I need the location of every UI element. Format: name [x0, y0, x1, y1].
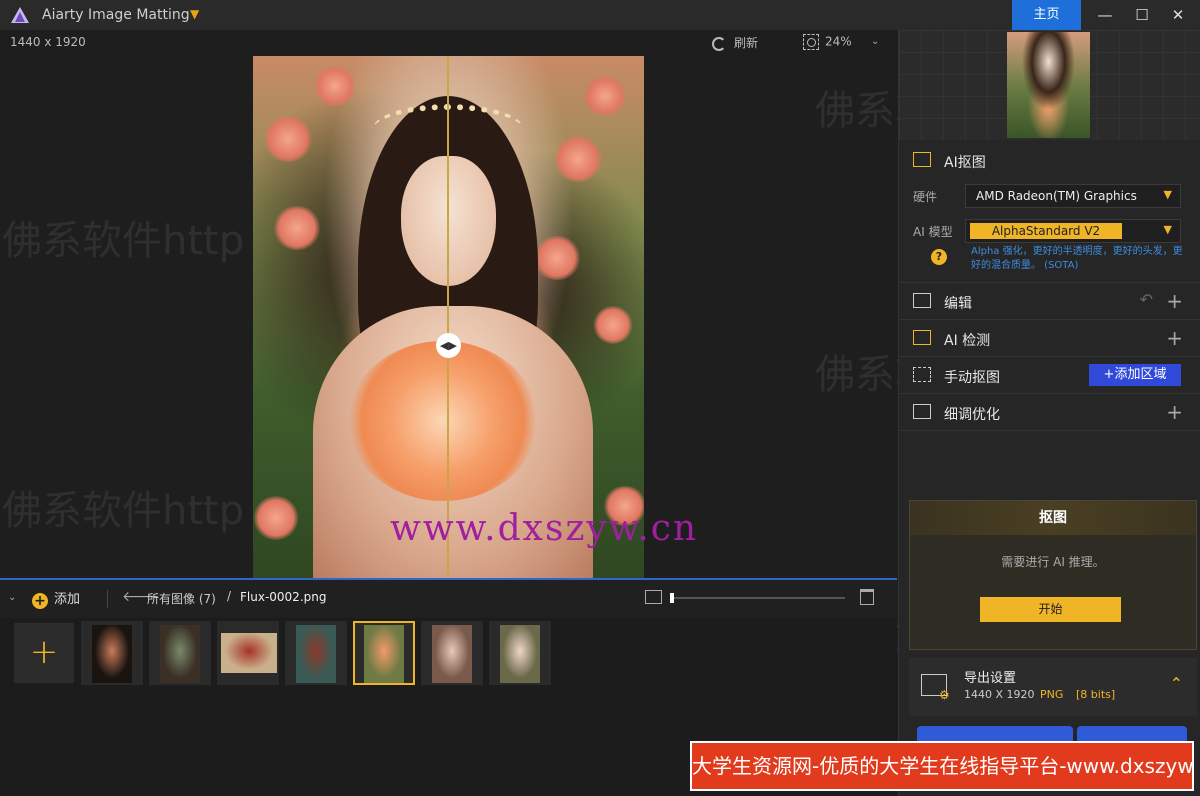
close-icon[interactable]: ✕: [1160, 0, 1196, 30]
thumbnail-image: [221, 633, 277, 673]
app-title: Aiarty Image Matting: [42, 7, 190, 23]
site-watermark: www.dxszyw.cn: [390, 508, 699, 549]
export-settings-title: 导出设置: [964, 671, 1017, 686]
thumbnail-size-icon: [645, 590, 662, 604]
section-ai-detect[interactable]: AI 检测 +: [899, 319, 1200, 355]
model-label: AI 模型: [913, 225, 953, 239]
undo-icon[interactable]: ↶: [1140, 290, 1153, 309]
refresh-label: 刷新: [734, 36, 759, 50]
section-edit[interactable]: 编辑 ↶ +: [899, 282, 1200, 318]
matting-card-note: 需要进行 AI 推理。: [1001, 555, 1105, 569]
thumbnail-size-slider[interactable]: [670, 593, 845, 603]
model-select[interactable]: AlphaStandard V2 ▼: [965, 219, 1181, 243]
matting-card: 抠图 需要进行 AI 推理。 开始: [909, 500, 1197, 650]
thumbnail-woman-portrait-a[interactable]: [421, 621, 483, 685]
ai-detect-title: AI 检测: [944, 333, 991, 349]
preview-image[interactable]: ◀▶: [253, 56, 644, 578]
help-icon[interactable]: ?: [931, 249, 947, 265]
hardware-label: 硬件: [913, 190, 938, 204]
model-description: Alpha 强化，更好的半透明度，更好的头发，更好的混合质量。 (SOTA): [971, 246, 1183, 271]
refresh-button[interactable]: 刷新: [712, 34, 758, 51]
expand-plus-icon[interactable]: +: [1166, 400, 1183, 424]
thumbnail-bicycle[interactable]: [217, 621, 279, 685]
expand-plus-icon[interactable]: +: [1166, 326, 1183, 350]
image-dimensions: 1440 x 1920: [10, 35, 86, 49]
compare-handle-icon[interactable]: ◀▶: [436, 333, 461, 358]
result-preview-area: [899, 30, 1200, 140]
thumbnail-image: [160, 625, 200, 683]
zoom-chevron-down-icon[interactable]: ⌄: [871, 36, 879, 47]
thumbnail-woman-portrait-b[interactable]: [489, 621, 551, 685]
ai-matting-icon: [913, 152, 931, 167]
zoom-level: 24%: [825, 34, 852, 49]
hardware-select[interactable]: AMD Radeon(TM) Graphics ▼: [965, 184, 1181, 208]
thumbnail-jellyfish[interactable]: [81, 621, 143, 685]
export-bit-depth: [8 bits]: [1076, 688, 1116, 701]
section-ai-matting: AI抠图: [899, 142, 1200, 178]
hardware-value: AMD Radeon(TM) Graphics: [976, 189, 1137, 203]
chevron-down-icon: ▼: [1163, 188, 1172, 201]
site-banner: 大学生资源网-优质的大学生在线指导平台-www.dxszyw.cn: [690, 741, 1194, 791]
breadcrumb-all-images[interactable]: 所有图像 (7): [147, 590, 216, 607]
ai-matting-title: AI抠图: [944, 155, 986, 171]
export-dimensions: 1440 X 1920: [964, 688, 1035, 701]
manual-matting-title: 手动抠图: [944, 370, 1000, 386]
settings-panel: AI抠图 硬件 AMD Radeon(TM) Graphics ▼ AI 模型 …: [898, 30, 1200, 796]
add-region-label: 添加区域: [1114, 367, 1167, 382]
thumbnail-image: [432, 625, 472, 683]
image-canvas: 1440 x 1920 刷新 24% ⌄ ◀▶ www.dxszyw.cn: [0, 30, 897, 578]
trash-icon[interactable]: [860, 589, 874, 605]
app-logo-icon: [11, 7, 29, 23]
start-button[interactable]: 开始: [980, 597, 1121, 622]
compare-divider[interactable]: [447, 56, 449, 578]
breadcrumb-separator: /: [227, 589, 232, 603]
title-bar: Aiarty Image Matting ▼ 主页 — ☐ ✕: [0, 0, 1200, 30]
chevron-down-icon: ▼: [1163, 223, 1172, 236]
subject-flower: [348, 341, 538, 501]
thumbnail-image: [92, 625, 132, 683]
slider-knob[interactable]: [670, 593, 674, 603]
section-divider: [899, 430, 1200, 431]
thumbnail-forest-woman[interactable]: [285, 621, 347, 685]
filmstrip-toolbar: ⌄ + 添加 🡐 所有图像 (7) / Flux-0002.png: [0, 578, 897, 618]
export-settings-card[interactable]: ⚙ 导出设置 1440 X 1920 PNG [8 bits] ⌃: [909, 658, 1197, 716]
model-value: AlphaStandard V2: [970, 223, 1122, 239]
maximize-icon[interactable]: ☐: [1124, 0, 1160, 30]
zoom-fit-icon: [803, 34, 819, 50]
expand-plus-icon[interactable]: +: [1166, 289, 1183, 313]
minimize-icon[interactable]: —: [1087, 0, 1123, 30]
result-preview-thumbnail: [1007, 32, 1090, 138]
matting-card-title: 抠图: [910, 501, 1196, 535]
export-format: PNG: [1040, 688, 1064, 701]
app-menu-chevron-icon[interactable]: ▼: [190, 7, 199, 21]
zoom-control[interactable]: 24%: [803, 34, 852, 50]
app-window: Aiarty Image Matting ▼ 主页 — ☐ ✕ 1440 x 1…: [0, 0, 1200, 796]
collapse-double-chevron-icon[interactable]: ⌃: [1170, 674, 1183, 693]
toolbar-divider: [107, 590, 108, 608]
add-region-button[interactable]: +添加区域: [1089, 364, 1181, 386]
refresh-icon: [712, 36, 726, 51]
refine-icon: [913, 404, 931, 419]
collapse-chevron-icon[interactable]: ⌄: [8, 592, 16, 603]
thumbnail-image: [364, 625, 404, 683]
refine-title: 细调优化: [944, 407, 1000, 423]
manual-matting-icon: [913, 367, 931, 382]
gear-icon: ⚙: [939, 688, 950, 702]
breadcrumb-current-file: Flux-0002.png: [240, 590, 327, 604]
edit-icon: [913, 293, 931, 308]
add-label: 添加: [54, 592, 81, 607]
thumbnail-image: [500, 625, 540, 683]
add-thumbnail-button[interactable]: +: [14, 623, 74, 683]
ai-detect-icon: [913, 330, 931, 345]
section-refine[interactable]: 细调优化 +: [899, 393, 1200, 429]
edit-title: 编辑: [944, 296, 972, 312]
add-icon: +: [32, 593, 48, 609]
home-button[interactable]: 主页: [1012, 0, 1081, 30]
add-image-button[interactable]: + 添加: [32, 588, 80, 609]
thumbnail-image: [296, 625, 336, 683]
thumbnail-flower-girl[interactable]: [353, 621, 415, 685]
thumbnail-branches[interactable]: [149, 621, 211, 685]
